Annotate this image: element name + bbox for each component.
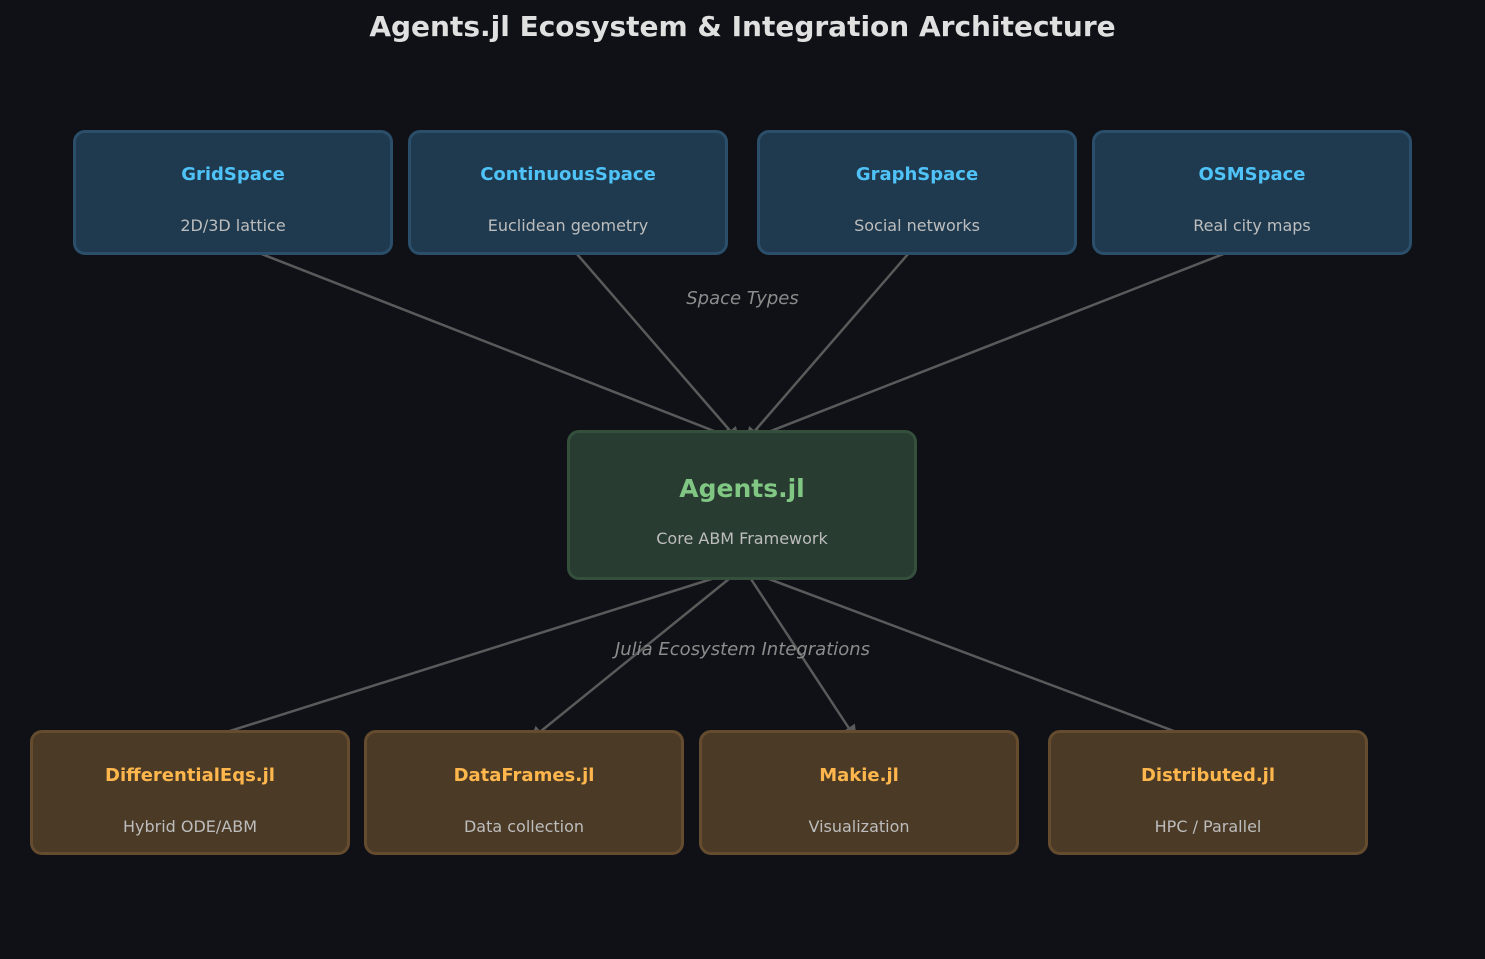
core-subtitle: Core ABM Framework: [656, 529, 828, 548]
edge-osmspace-to-core: [746, 242, 1250, 443]
node-subtitle: Euclidean geometry: [487, 216, 649, 235]
node-title: ContinuousSpace: [480, 164, 656, 185]
node-makie: Makie.jl Visualization: [699, 730, 1019, 855]
node-title: DataFrames.jl: [453, 765, 595, 786]
node-graphspace: GraphSpace Social networks: [757, 130, 1077, 255]
node-gridspace: GridSpace 2D/3D lattice: [73, 130, 393, 255]
node-title: GraphSpace: [855, 164, 979, 185]
node-subtitle: Real city maps: [1193, 216, 1311, 235]
edge-continuousspace-to-core: [569, 245, 740, 443]
node-subtitle: Visualization: [808, 817, 910, 836]
node-dataframes: DataFrames.jl Data collection: [364, 730, 684, 855]
node-subtitle: Data collection: [463, 817, 585, 836]
edge-gridspace-to-core: [235, 242, 739, 443]
node-title: DifferentialEqs.jl: [105, 765, 275, 786]
node-title: Makie.jl: [819, 765, 899, 786]
node-continuousspace: ContinuousSpace Euclidean geometry: [408, 130, 728, 255]
node-agents-core: Agents.jl Core ABM Framework: [567, 430, 917, 580]
node-osmspace: OSMSpace Real city maps: [1092, 130, 1412, 255]
node-title: Distributed.jl: [1140, 765, 1276, 786]
edge-graphspace-to-core: [745, 245, 916, 443]
node-title: OSMSpace: [1198, 164, 1306, 185]
node-subtitle: Social networks: [854, 216, 980, 235]
node-title: GridSpace: [181, 164, 285, 185]
node-differentialeqs: DifferentialEqs.jl Hybrid ODE/ABM: [30, 730, 350, 855]
node-subtitle: 2D/3D lattice: [180, 216, 286, 235]
integrations-label: Julia Ecosystem Integrations: [614, 639, 871, 660]
core-title: Agents.jl: [679, 474, 805, 503]
node-distributed: Distributed.jl HPC / Parallel: [1048, 730, 1368, 855]
node-subtitle: Hybrid ODE/ABM: [122, 817, 258, 836]
space-types-label: Space Types: [686, 288, 799, 309]
node-subtitle: HPC / Parallel: [1154, 817, 1262, 836]
